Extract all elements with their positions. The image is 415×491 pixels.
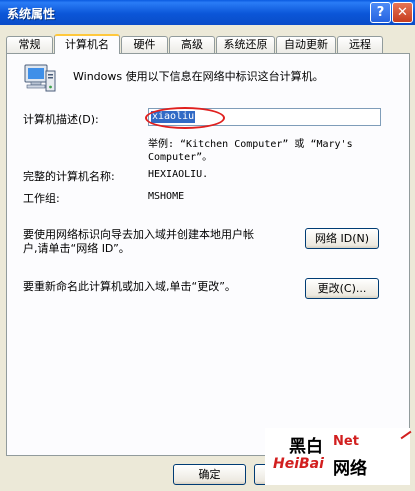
tab-system-restore[interactable]: 系统还原	[216, 36, 275, 53]
full-name-value: HEXIAOLIU.	[148, 169, 209, 180]
watermark-top-text: 黑白	[289, 437, 323, 457]
watermark-accent	[400, 430, 412, 440]
tab-general[interactable]: 常规	[6, 36, 53, 53]
watermark-logo: 黑白 Net HeiBai 网络	[265, 428, 412, 485]
watermark-net-text: Net	[333, 434, 359, 449]
description-label: 计算机描述(D):	[23, 113, 99, 126]
watermark-brand-text: HeiBai	[273, 456, 324, 472]
computer-icon	[23, 62, 57, 96]
network-wizard-text-line2: 户,请单击“网络 ID”。	[23, 242, 130, 255]
window-title: 系统属性	[7, 7, 56, 21]
ok-button[interactable]: 确定	[173, 464, 246, 485]
intro-text: Windows 使用以下信息在网络中标识这台计算机。	[73, 70, 324, 83]
help-button[interactable]: ?	[370, 2, 391, 23]
change-button[interactable]: 更改(C)...	[305, 278, 379, 299]
tab-hardware[interactable]: 硬件	[121, 36, 168, 53]
network-id-button[interactable]: 网络 ID(N)	[305, 228, 379, 249]
highlight-ellipse	[145, 107, 225, 129]
tab-advanced[interactable]: 高级	[169, 36, 215, 53]
watermark-cn-text: 网络	[333, 459, 367, 479]
title-bar: 系统属性 ? ✕	[0, 0, 415, 25]
workgroup-label: 工作组:	[23, 192, 60, 205]
workgroup-value: MSHOME	[148, 191, 185, 202]
tab-remote[interactable]: 远程	[337, 36, 383, 53]
tab-panel: Windows 使用以下信息在网络中标识这台计算机。 计算机描述(D): xia…	[6, 53, 410, 456]
close-button[interactable]: ✕	[392, 2, 413, 23]
rename-text: 要重新命名此计算机或加入域,单击“更改”。	[23, 280, 236, 293]
tab-automatic-updates[interactable]: 自动更新	[276, 36, 336, 53]
example-text-line2: Computer”。	[148, 152, 213, 163]
tab-computer-name[interactable]: 计算机名	[54, 34, 120, 54]
full-name-label: 完整的计算机名称:	[23, 170, 115, 183]
